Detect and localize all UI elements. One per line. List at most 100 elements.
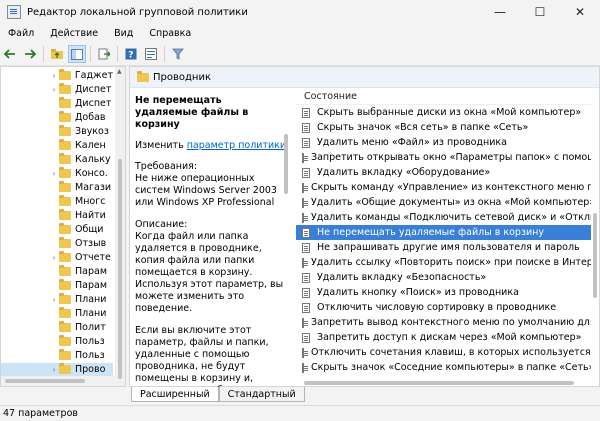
tree-item[interactable]: Польз [1,349,113,362]
show-tree-icon[interactable] [68,45,86,63]
policy-setting-icon [302,152,308,163]
tree-horizontal-scrollbar[interactable] [1,376,115,386]
tree-item[interactable]: › Диспет [1,83,113,96]
folder-icon [59,335,71,346]
menu-file[interactable]: Файл [0,28,42,39]
properties-icon[interactable] [142,45,160,63]
tree-item[interactable]: Польз [1,335,113,348]
tree-item[interactable]: Полит [1,321,113,334]
tree-item-label: Добав [75,112,106,123]
policy-row[interactable]: Отключить сочетания клавиш, в которых ис… [296,345,591,360]
policy-setting-icon [302,317,308,328]
tree-pane[interactable]: › Гаджет › Диспет Диспет Добав Звукоз Кален Каль… [0,66,126,387]
tree-item[interactable]: Магази [1,181,113,194]
tree-item[interactable]: Многс [1,195,113,208]
filter-icon[interactable] [169,45,187,63]
requirements-section: Требования: Не ниже операционных систем … [135,161,285,209]
tree-item[interactable]: › Плани [1,293,113,306]
list-scroll-thumb[interactable] [593,213,597,298]
description-scroll-thumb[interactable] [284,134,288,194]
tree-item[interactable]: Плани [1,307,113,320]
policy-row[interactable]: Скрыть команду «Управление» из контекстн… [296,180,591,195]
edit-policy-link[interactable]: параметр политики [187,140,286,151]
policy-label: Удалить вкладку «Безопасность» [317,272,487,283]
forward-icon[interactable] [21,45,39,63]
policy-row[interactable]: Удалить меню «Файл» из проводника [296,135,591,150]
details-pane: Проводник Не перемещать удаляемые файлы … [129,66,600,390]
gpedit-app-icon [7,5,21,19]
list-vertical-scrollbar[interactable] [591,88,599,378]
tree-item[interactable]: Отзыв [1,237,113,250]
tree-scroll-thumb[interactable] [118,159,122,379]
tree-item[interactable]: › Отчете [1,251,113,264]
policy-row[interactable]: Удалить ссылку «Повторить поиск» при пои… [296,255,591,270]
policy-row[interactable]: Не перемещать удаляемые файлы в корзину [296,225,591,240]
export-icon[interactable] [95,45,113,63]
tab-extended[interactable]: Расширенный [131,387,219,402]
description-label: Описание: [135,219,188,230]
tree-item[interactable]: › Прово [1,363,113,376]
list-hscroll-thumb[interactable] [304,381,574,385]
policy-setting-icon [302,167,310,178]
policy-row[interactable]: Не запрашивать другие имя пользователя и… [296,240,591,255]
status-text: 47 параметров [3,408,78,419]
minimize-button[interactable]: — [480,0,520,24]
policy-row[interactable]: Отключить числовую сортировку в проводни… [296,300,591,315]
policy-label: Удалить команды «Подключить сетевой диск… [311,212,591,223]
policy-row[interactable]: Удалить кнопку «Поиск» из проводника [296,285,591,300]
up-folder-icon[interactable] [48,45,66,63]
menu-action[interactable]: Действие [42,28,106,39]
policy-row[interactable]: Удалить «Общие документы» из окна «Мой к… [296,195,591,210]
tree-vertical-scrollbar[interactable]: ▲ [115,67,125,386]
tree-item-label: Диспет [75,84,112,95]
policy-description-panel: Не перемещать удаляемые файлы в корзину … [130,88,290,390]
tree-hscroll-thumb[interactable] [5,379,85,383]
title-bar: Редактор локальной групповой политики — … [0,0,600,24]
menu-view[interactable]: Вид [106,28,141,39]
policy-row[interactable]: Удалить вкладку «Безопасность» [296,270,591,285]
tree-item[interactable]: Диспет [1,97,113,110]
tree-item[interactable]: › Консо. [1,167,113,180]
menu-help[interactable]: Справка [141,28,199,39]
expand-arrow-icon[interactable]: › [49,86,59,94]
tree-item[interactable]: Добав [1,111,113,124]
maximize-button[interactable]: ☐ [520,0,560,24]
list-horizontal-scrollbar[interactable] [296,378,588,387]
tree-item[interactable]: Общи [1,223,113,236]
folder-icon [59,363,71,374]
tree-item[interactable]: Кален [1,139,113,152]
policy-row[interactable]: Удалить вкладку «Оборудование» [296,165,591,180]
tree-item[interactable]: Парам [1,265,113,278]
tree-item-label: Парам [75,280,107,291]
edit-policy-line: Изменить параметр политики [135,140,290,151]
expand-arrow-icon[interactable]: › [49,366,59,374]
folder-icon [59,83,71,94]
tree-item[interactable]: › Гаджет [1,69,113,82]
expand-arrow-icon[interactable]: › [49,254,59,262]
tree-item-label: Полит [75,322,106,333]
expand-arrow-icon[interactable]: › [49,72,59,80]
description-scrollbar[interactable] [283,109,289,359]
status-bar: 47 параметров [0,405,600,421]
policy-row[interactable]: Запретить доступ к дискам через «Мой ком… [296,330,591,345]
policy-label: Скрыть значок «Соседние компьютеры» в па… [311,362,591,373]
back-icon[interactable] [1,45,19,63]
policy-row[interactable]: Скрыть значок «Соседние компьютеры» в па… [296,360,591,375]
tab-standard[interactable]: Стандартный [218,387,305,402]
scroll-up-arrow-icon[interactable]: ▲ [117,68,122,75]
policy-row[interactable]: Запретить открывать окно «Параметры папо… [296,150,591,165]
policy-row[interactable]: Запретить вывод контекстного меню по умо… [296,315,591,330]
policy-setting-icon [302,287,310,298]
expand-arrow-icon[interactable]: › [49,296,59,304]
tree-item[interactable]: Кальку [1,153,113,166]
policy-row[interactable]: Скрыть значок «Вся сеть» в папке «Сеть» [296,120,591,135]
tree-item[interactable]: Найти [1,209,113,222]
tree-item[interactable]: Звукоз [1,125,113,138]
column-header-state[interactable]: Состояние [296,88,591,105]
tree-item[interactable]: Парам [1,279,113,292]
expand-arrow-icon[interactable]: › [49,170,59,178]
policy-row[interactable]: Удалить команды «Подключить сетевой диск… [296,210,591,225]
close-button[interactable]: ✕ [560,0,600,24]
help-icon[interactable]: ? [122,45,140,63]
policy-row[interactable]: Скрыть выбранные диски из окна «Мой комп… [296,105,591,120]
